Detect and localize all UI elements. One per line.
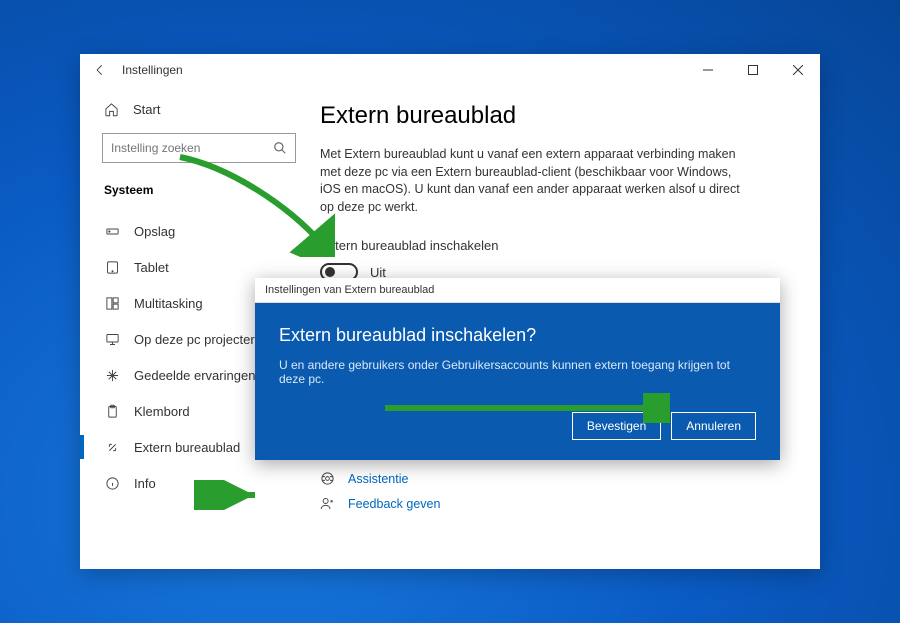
feedback-icon bbox=[320, 496, 336, 511]
sidebar-item-label: Opslag bbox=[134, 224, 175, 239]
help-feedback[interactable]: Feedback geven bbox=[320, 496, 792, 511]
help-assist[interactable]: Assistentie bbox=[320, 471, 792, 486]
cancel-button[interactable]: Annuleren bbox=[671, 412, 756, 440]
search-input[interactable] bbox=[111, 141, 273, 155]
sidebar-item-label: Extern bureaublad bbox=[134, 440, 240, 455]
sidebar-heading: Systeem bbox=[104, 183, 294, 197]
confirm-dialog: Instellingen van Extern bureaublad Exter… bbox=[255, 278, 780, 460]
dialog-titlebar: Instellingen van Extern bureaublad bbox=[255, 278, 780, 303]
dialog-buttons: Bevestigen Annuleren bbox=[279, 412, 756, 440]
minimize-button[interactable] bbox=[685, 54, 730, 86]
help-feedback-link[interactable]: Feedback geven bbox=[348, 497, 440, 511]
clipboard-icon bbox=[104, 404, 120, 419]
close-button[interactable] bbox=[775, 54, 820, 86]
sidebar-home-label: Start bbox=[133, 102, 160, 117]
tablet-icon bbox=[104, 260, 120, 275]
sidebar-item-label: Gedeelde ervaringen bbox=[134, 368, 255, 383]
shared-icon bbox=[104, 368, 120, 383]
confirm-button[interactable]: Bevestigen bbox=[572, 412, 661, 440]
sidebar-home[interactable]: Start bbox=[102, 98, 296, 123]
window-title: Instellingen bbox=[122, 63, 183, 77]
page-title: Extern bureaublad bbox=[320, 102, 792, 130]
page-description: Met Extern bureaublad kunt u vanaf een e… bbox=[320, 146, 740, 216]
search-box[interactable] bbox=[102, 133, 296, 163]
maximize-button[interactable] bbox=[730, 54, 775, 86]
sidebar-item-label: Op deze pc projecteren bbox=[134, 332, 269, 347]
sidebar-item-label: Klembord bbox=[134, 404, 190, 419]
assist-icon bbox=[320, 471, 336, 486]
home-icon bbox=[104, 102, 119, 117]
search-icon bbox=[273, 141, 287, 155]
dialog-body: Extern bureaublad inschakelen? U en ande… bbox=[255, 303, 780, 460]
storage-icon bbox=[104, 224, 120, 239]
info-icon bbox=[104, 476, 120, 491]
sidebar-item-label: Tablet bbox=[134, 260, 169, 275]
sidebar-item-label: Multitasking bbox=[134, 296, 203, 311]
toggle-label: Extern bureaublad inschakelen bbox=[320, 238, 792, 253]
help-assist-link[interactable]: Assistentie bbox=[348, 472, 408, 486]
dialog-heading: Extern bureaublad inschakelen? bbox=[279, 325, 756, 346]
project-icon bbox=[104, 332, 120, 347]
sidebar-item-info[interactable]: Info bbox=[80, 465, 310, 501]
sidebar-item-label: Info bbox=[134, 476, 156, 491]
sidebar-item-opslag[interactable]: Opslag bbox=[80, 213, 310, 249]
window-controls bbox=[685, 54, 820, 86]
multitask-icon bbox=[104, 296, 120, 311]
dialog-text: U en andere gebruikers onder Gebruikersa… bbox=[279, 358, 756, 386]
remote-icon bbox=[104, 440, 120, 455]
help-links: Assistentie Feedback geven bbox=[320, 471, 792, 511]
back-button[interactable] bbox=[92, 62, 108, 78]
titlebar: Instellingen bbox=[80, 54, 820, 86]
